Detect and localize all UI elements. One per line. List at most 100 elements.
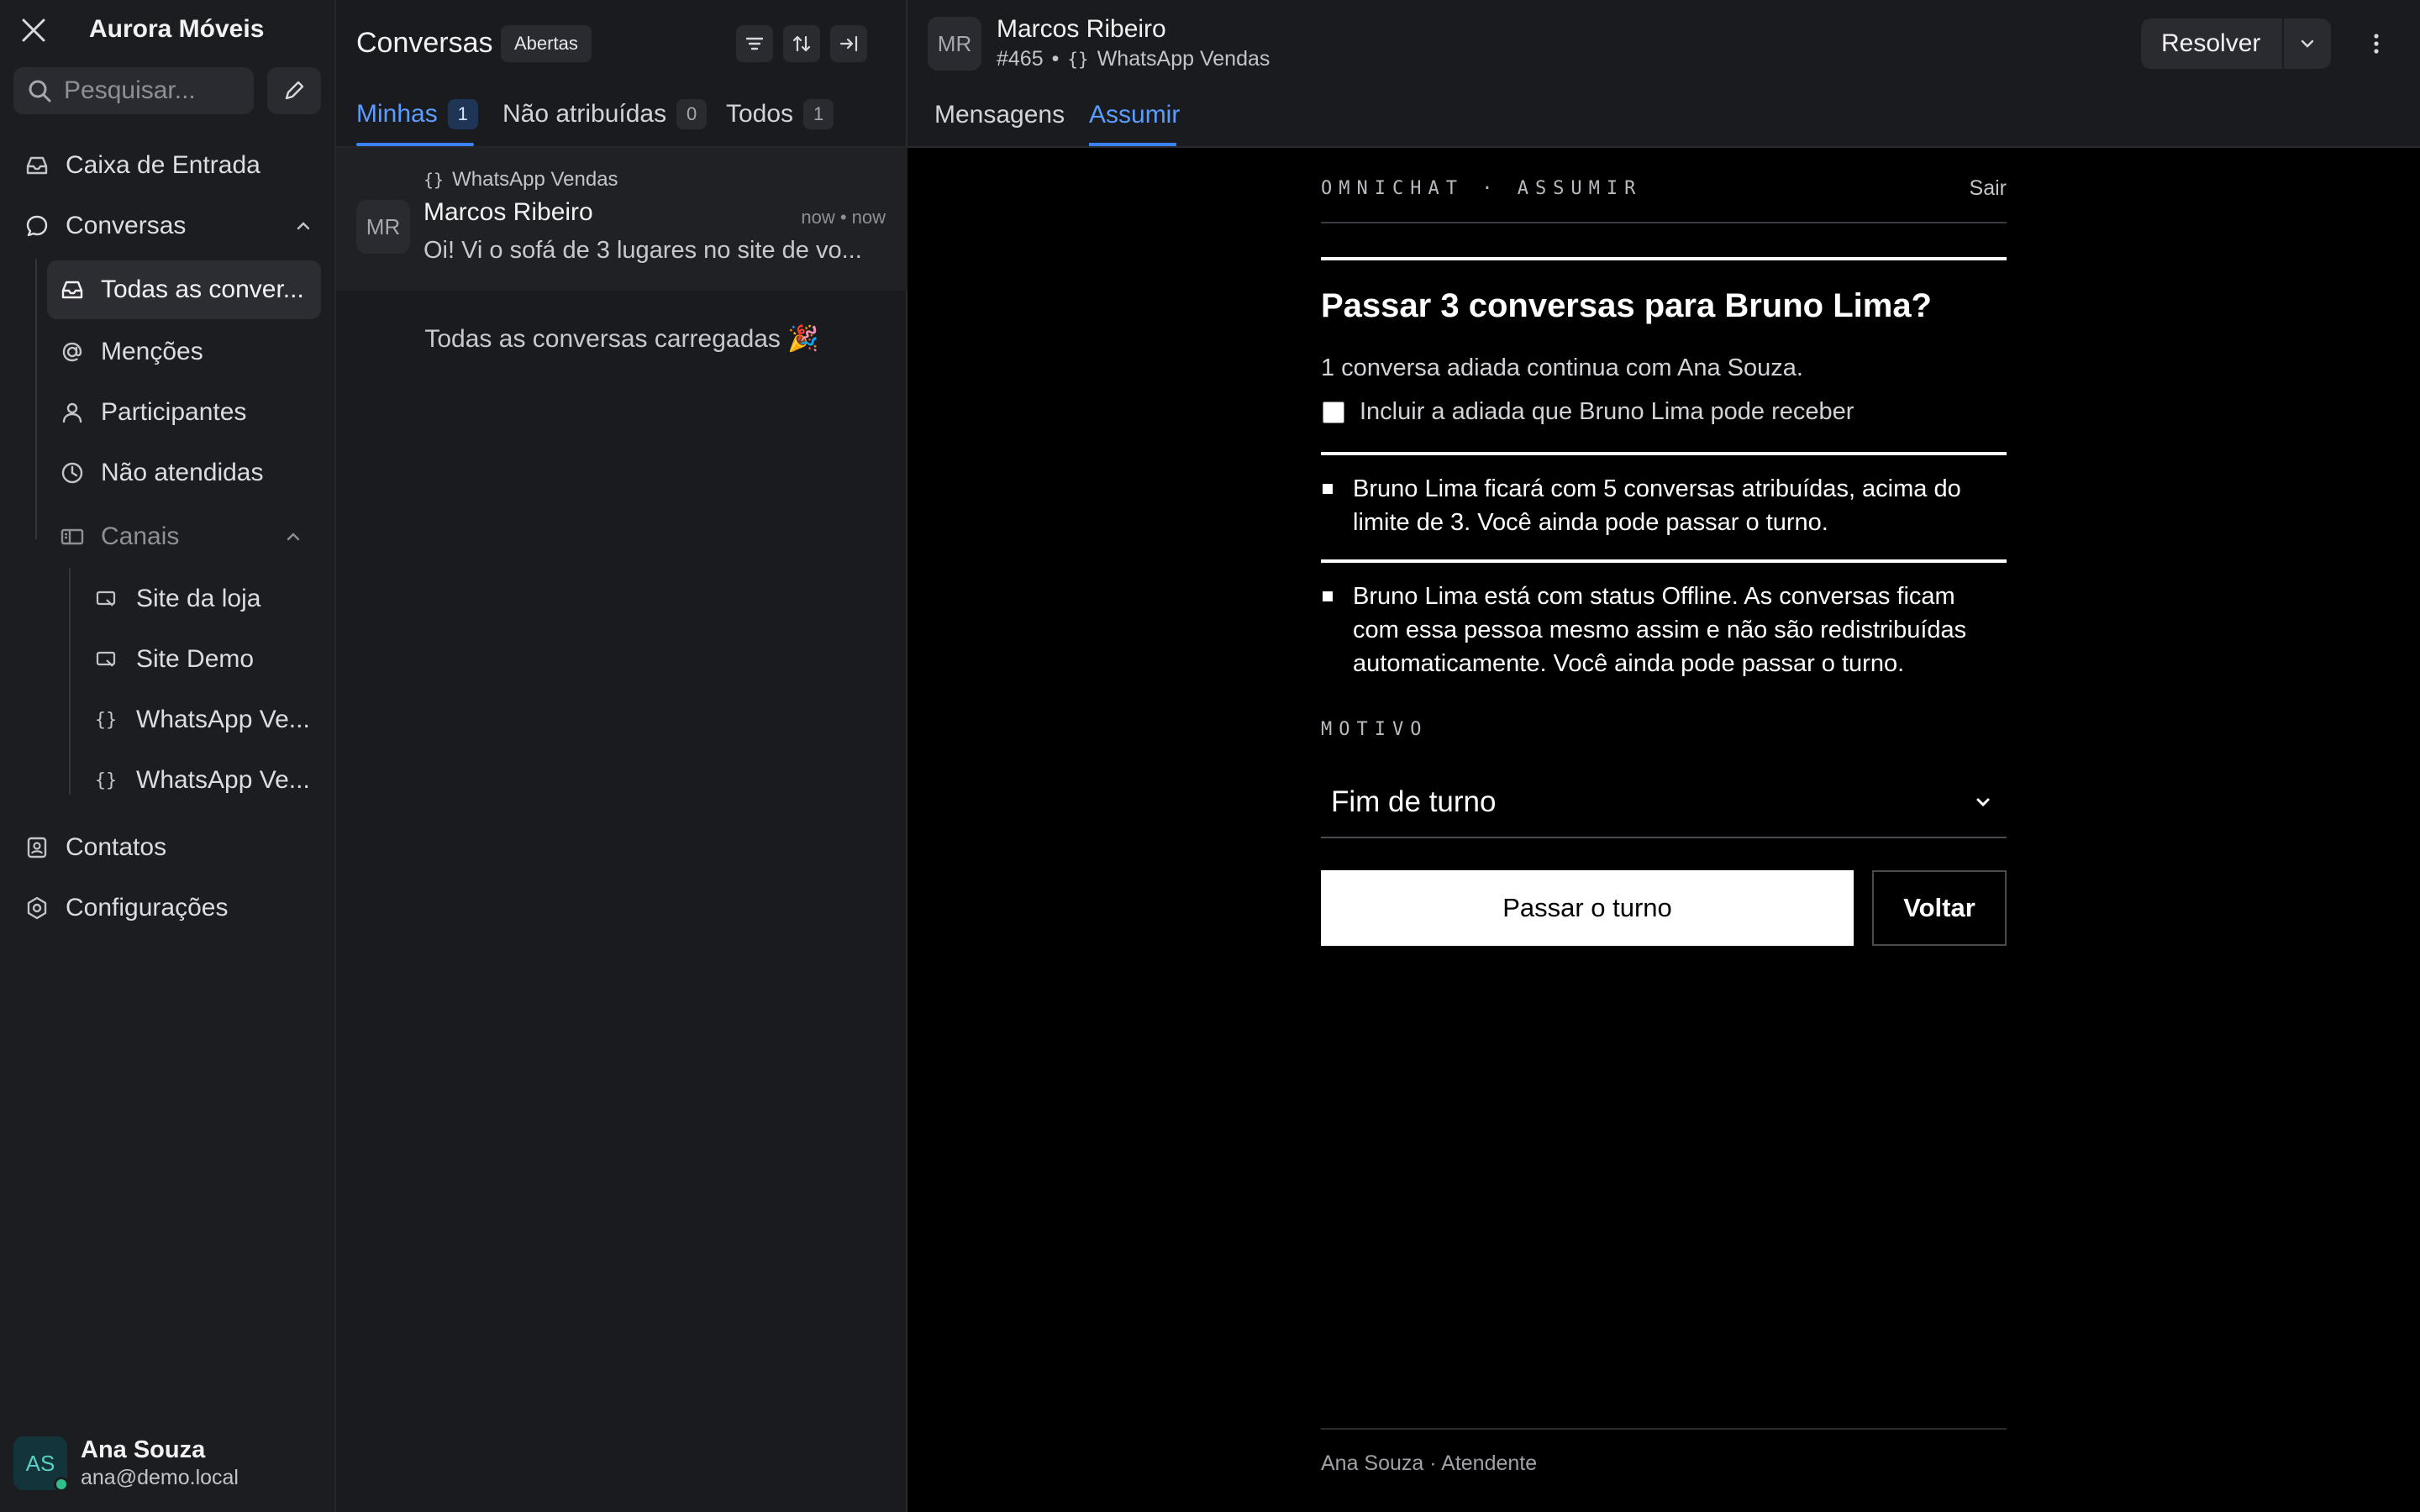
nav-inbox-label: Caixa de Entrada bbox=[66, 151, 260, 179]
channel-item[interactable]: {} WhatsApp Ve... bbox=[94, 706, 310, 734]
meta-separator: • bbox=[1051, 47, 1060, 71]
tree-line bbox=[35, 259, 37, 539]
warning-offline: Bruno Lima está com status Offline. As c… bbox=[1321, 580, 2007, 680]
warning-limit: Bruno Lima ficará com 5 conversas atribu… bbox=[1321, 472, 2007, 539]
nav-conversations-label: Conversas bbox=[66, 212, 187, 239]
exit-link[interactable]: Sair bbox=[1970, 176, 2007, 201]
takeover-subtitle: 1 conversa adiada continua com Ana Souza… bbox=[1321, 354, 1803, 381]
list-title: Conversas bbox=[356, 27, 493, 59]
channel-item-label: WhatsApp Ve... bbox=[136, 766, 310, 794]
nav-unattended-label: Não atendidas bbox=[101, 459, 264, 486]
divider bbox=[1321, 257, 2007, 260]
account-name: Aurora Móveis bbox=[89, 15, 265, 43]
sort-icon bbox=[791, 33, 813, 55]
tab-mine-label: Minhas bbox=[356, 100, 438, 128]
include-deferred-checkbox[interactable] bbox=[1323, 401, 1344, 423]
divider bbox=[1321, 222, 2007, 223]
conversation-time: now • now bbox=[801, 207, 886, 228]
channel-item-label: Site da loja bbox=[136, 585, 261, 612]
compose-button[interactable] bbox=[267, 67, 321, 114]
resolve-button[interactable]: Resolver bbox=[2161, 29, 2282, 58]
contact-name: Marcos Ribeiro bbox=[997, 15, 1166, 43]
chevron-up-icon[interactable] bbox=[294, 217, 313, 235]
panel-eyebrow: OMNICHAT · ASSUMIR bbox=[1321, 178, 1643, 199]
filter-button[interactable] bbox=[736, 25, 773, 62]
collapse-list-button[interactable] bbox=[830, 25, 867, 62]
avatar: MR bbox=[356, 200, 410, 254]
nav-channels[interactable]: Canais bbox=[59, 522, 302, 551]
chevron-down-icon bbox=[1973, 792, 1993, 812]
nav-inbox[interactable]: Caixa de Entrada bbox=[24, 151, 260, 180]
reason-select[interactable]: Fim de turno bbox=[1321, 768, 2007, 838]
divider bbox=[1321, 1428, 2007, 1430]
tab-takeover[interactable]: Assumir bbox=[1089, 101, 1180, 129]
chevron-up-icon[interactable] bbox=[284, 528, 302, 546]
divider bbox=[1321, 559, 2007, 563]
chevron-down-icon[interactable] bbox=[2284, 34, 2331, 53]
conversation-inbox-label: WhatsApp Vendas bbox=[452, 168, 618, 191]
arrow-right-to-line-icon bbox=[838, 33, 860, 55]
avatar-initials: AS bbox=[25, 1450, 55, 1476]
nav-contacts[interactable]: Contatos bbox=[24, 833, 166, 862]
takeover-title: Passar 3 conversas para Bruno Lima? bbox=[1321, 287, 1932, 324]
tab-unassigned[interactable]: Não atribuídas 0 bbox=[502, 99, 708, 129]
nav-channels-label: Canais bbox=[101, 522, 180, 550]
bullet-square-icon bbox=[1323, 484, 1333, 494]
avatar-initials: MR bbox=[937, 30, 972, 56]
website-icon bbox=[94, 587, 118, 611]
sidebar-header: Aurora Móveis bbox=[0, 0, 336, 60]
avatar-initials: MR bbox=[366, 213, 401, 239]
sort-button[interactable] bbox=[783, 25, 820, 62]
tab-mine[interactable]: Minhas 1 bbox=[356, 99, 478, 129]
divider bbox=[1321, 452, 2007, 455]
panel-footer: Ana Souza · Atendente bbox=[1321, 1452, 1538, 1475]
reason-label: MOTIVO bbox=[1321, 719, 1428, 740]
nav-participants-label: Participantes bbox=[101, 398, 247, 426]
channel-item[interactable]: Site Demo bbox=[94, 645, 254, 674]
conversation-inbox: WhatsApp Vendas bbox=[1097, 47, 1270, 71]
sidebar: Aurora Móveis Caixa de Entrada Conversas bbox=[0, 0, 336, 1512]
close-icon[interactable] bbox=[20, 17, 47, 44]
tab-all[interactable]: Todos 1 bbox=[726, 99, 834, 129]
channel-item[interactable]: {} WhatsApp Ve... bbox=[94, 766, 310, 795]
nav-all-conversations-label: Todas as conver... bbox=[101, 276, 304, 303]
tab-mine-count: 1 bbox=[447, 99, 478, 129]
nav-mentions[interactable]: Menções bbox=[59, 338, 203, 366]
search-input[interactable] bbox=[64, 76, 249, 105]
tab-messages[interactable]: Mensagens bbox=[934, 101, 1065, 129]
nav-mentions-label: Menções bbox=[101, 338, 203, 365]
include-deferred-option[interactable]: Incluir a adiada que Bruno Lima pode rec… bbox=[1321, 398, 1854, 426]
more-options-icon[interactable] bbox=[2360, 27, 2393, 60]
avatar: AS bbox=[13, 1436, 69, 1492]
conversation-meta: #465 • {} WhatsApp Vendas bbox=[997, 47, 1270, 71]
user-profile[interactable]: AS Ana Souza ana@demo.local bbox=[13, 1436, 239, 1492]
braces-icon: {} bbox=[424, 170, 445, 190]
nav-all-conversations[interactable]: Todas as conver... bbox=[47, 260, 321, 319]
inbox-icon bbox=[24, 152, 50, 179]
conversation-list: Conversas Abertas Minhas 1 Não atribuída… bbox=[336, 0, 908, 1512]
nav-settings-label: Configurações bbox=[66, 894, 229, 921]
braces-icon: {} bbox=[1067, 49, 1089, 70]
tab-unassigned-label: Não atribuídas bbox=[502, 100, 667, 128]
avatar: MR bbox=[928, 17, 981, 71]
nav-unattended[interactable]: Não atendidas bbox=[59, 459, 263, 487]
conversation-card[interactable]: MR {} WhatsApp Vendas Marcos Ribeiro now… bbox=[336, 148, 908, 291]
braces-icon: {} bbox=[94, 769, 118, 791]
confirm-handoff-button[interactable]: Passar o turno bbox=[1321, 870, 1854, 946]
search-box[interactable] bbox=[13, 67, 254, 114]
user-email: ana@demo.local bbox=[81, 1466, 239, 1489]
reason-select-value: Fim de turno bbox=[1331, 785, 1497, 818]
inbox-icon bbox=[59, 276, 86, 303]
user-name: Ana Souza bbox=[81, 1436, 206, 1463]
nav-contacts-label: Contatos bbox=[66, 833, 167, 861]
back-button[interactable]: Voltar bbox=[1872, 870, 2007, 946]
channel-item-label: Site Demo bbox=[136, 645, 255, 673]
status-filter-badge[interactable]: Abertas bbox=[501, 25, 592, 62]
channel-item[interactable]: Site da loja bbox=[94, 585, 260, 613]
filter-icon bbox=[744, 33, 765, 55]
nav-participants[interactable]: Participantes bbox=[59, 398, 246, 427]
tab-all-count: 1 bbox=[803, 99, 834, 129]
nav-settings[interactable]: Configurações bbox=[24, 894, 228, 922]
nav-conversations[interactable]: Conversas bbox=[24, 212, 313, 240]
gear-icon bbox=[24, 895, 50, 921]
